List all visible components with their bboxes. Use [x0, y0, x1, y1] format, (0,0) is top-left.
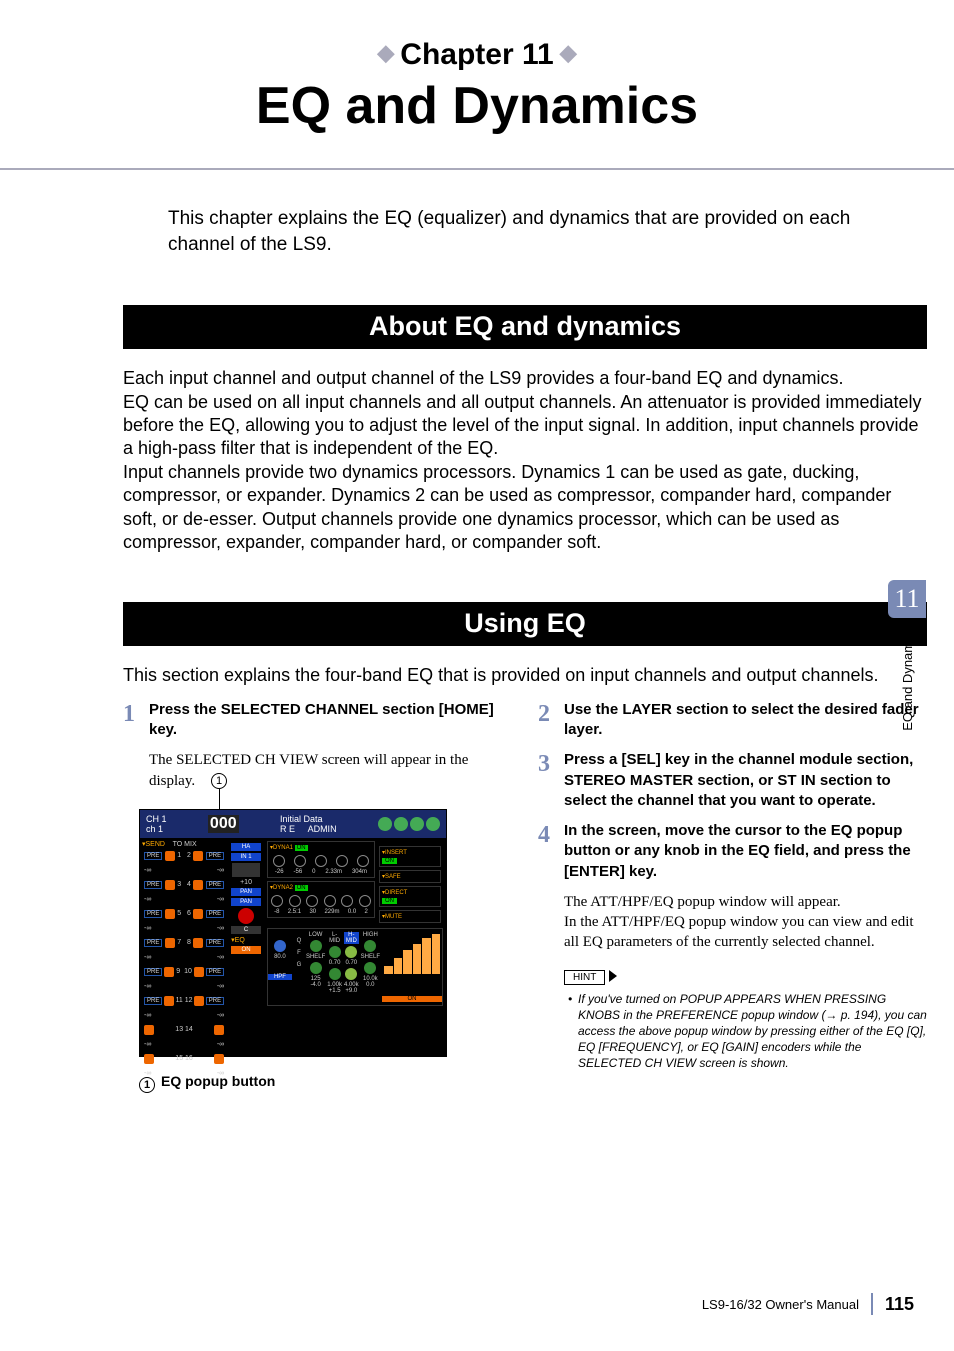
callout-marker: 1 [211, 773, 233, 789]
page-number: 115 [885, 1294, 914, 1315]
section-heading-about: About EQ and dynamics [123, 305, 927, 349]
side-tags: ▾INSERTON ▾SAFE ▾DIRECTON ▾MUTE [377, 841, 443, 928]
hint-text: If you've turned on POPUP APPEARS WHEN P… [578, 991, 927, 1072]
chapter-title: EQ and Dynamics [0, 76, 954, 136]
section-intro-using-eq: This section explains the four-band EQ t… [123, 664, 927, 687]
step-1: 1 Press the SELECTED CHANNEL section [HO… [123, 700, 512, 741]
screenshot-titlebar: CH 1 ch 1 000 Initial Data R E ADMIN [140, 810, 446, 838]
step-number: 1 [123, 700, 149, 741]
manual-title: LS9-16/32 Owner's Manual [702, 1297, 859, 1312]
step-heading: Use the LAYER section to select the desi… [564, 700, 927, 741]
level-meter [382, 932, 442, 976]
step-2: 2 Use the LAYER section to select the de… [538, 700, 927, 741]
chapter-label: ◆Chapter 11◆ [0, 38, 954, 72]
chapter-intro: This chapter explains the EQ (equalizer)… [168, 206, 882, 257]
step-3: 3 Press a [SEL] key in the channel modul… [538, 750, 927, 811]
section-heading-using-eq: Using EQ [123, 602, 927, 646]
step-4: 4 In the screen, move the cursor to the … [538, 821, 927, 882]
step-heading: Press the SELECTED CHANNEL section [HOME… [149, 700, 512, 741]
step-heading: In the screen, move the cursor to the EQ… [564, 821, 927, 882]
chapter-header: ◆Chapter 11◆ EQ and Dynamics [0, 0, 954, 136]
step-body: The ATT/HPF/EQ popup window will appear.… [564, 892, 927, 953]
page-tab: 11 EQ and Dynamics [888, 580, 926, 735]
left-column: 1 Press the SELECTED CHANNEL section [HO… [123, 700, 512, 1093]
page-tab-number: 11 [888, 580, 926, 618]
eq-block: 80.0 HPF Q F G LOWSHELF125-4.0 [267, 928, 443, 1006]
dyna1-block: ▾DYNA1 ON -26-5602.33m304m [267, 841, 375, 878]
diamond-icon: ◆ [371, 40, 400, 65]
arrow-icon [609, 970, 617, 982]
dynamics-eq-panel: ▾DYNA1 ON -26-5602.33m304m ▾DYNA2 ON [264, 838, 446, 1052]
st-indicators [378, 817, 440, 831]
step-number: 2 [538, 700, 564, 741]
page-tab-label: EQ and Dynamics [900, 626, 915, 735]
selected-ch-view-screenshot: CH 1 ch 1 000 Initial Data R E ADMIN [139, 809, 447, 1057]
step-number: 4 [538, 821, 564, 882]
hint-box: HINT If you've turned on POPUP APPEARS W… [564, 967, 927, 1072]
step-number: 3 [538, 750, 564, 811]
right-column: 2 Use the LAYER section to select the de… [538, 700, 927, 1093]
center-strip: HA IN 1 +10 PAN PAN C ▾EQ ON [228, 838, 264, 1052]
hint-label: HINT [564, 970, 605, 985]
page-footer: LS9-16/32 Owner's Manual 115 [702, 1293, 914, 1315]
section-body-about: Each input channel and output channel of… [123, 367, 927, 554]
send-panel: ▾SEND TO MIX PRE1 2PRE -∞-∞ PRE3 4PRE -∞… [140, 838, 228, 1052]
step-heading: Press a [SEL] key in the channel module … [564, 750, 927, 811]
diamond-icon: ◆ [554, 40, 583, 65]
scene-number: 000 [208, 815, 239, 833]
dyna2-block: ▾DYNA2 ON -82.5:130229m0.02 [267, 881, 375, 918]
callout-line [219, 789, 220, 809]
divider [871, 1293, 873, 1315]
step-body: The SELECTED CH VIEW screen will appear … [149, 750, 512, 791]
